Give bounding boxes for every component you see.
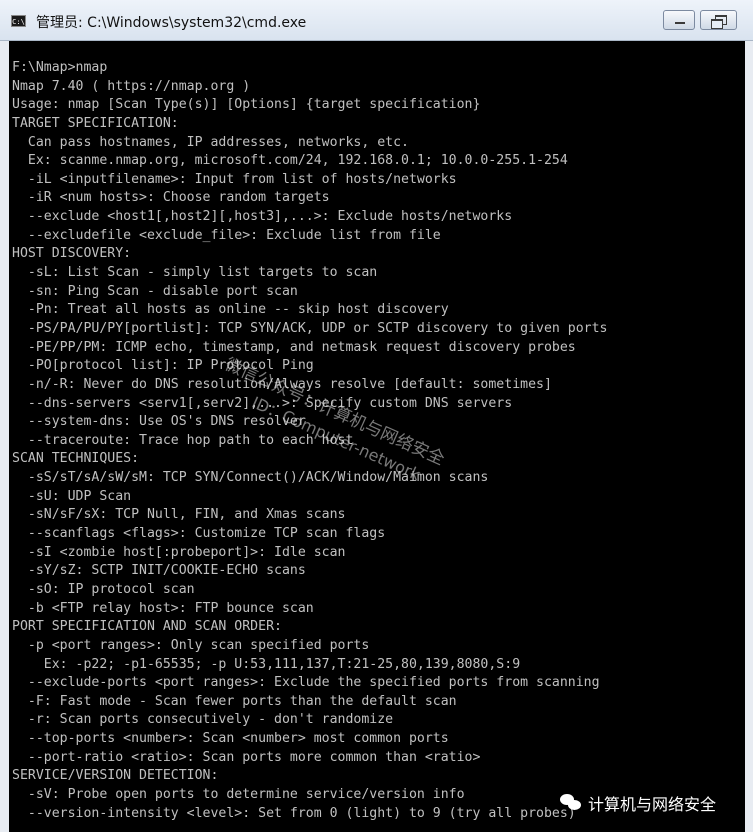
cmd-icon: C:\ — [11, 15, 26, 27]
console-line: -sO: IP protocol scan — [12, 581, 195, 597]
console-line: -sS/sT/sA/sW/sM: TCP SYN/Connect()/ACK/W… — [12, 470, 489, 486]
console-line: Ex: -p22; -p1-65535; -p U:53,111,137,T:2… — [12, 656, 521, 672]
console-output[interactable]: F:\Nmap>nmap Nmap 7.40 ( https://nmap.org… — [9, 41, 745, 832]
console-line: -PE/PP/PM: ICMP echo, timestamp, and net… — [12, 339, 576, 355]
console-line: -n/-R: Never do DNS resolution/Always re… — [12, 376, 552, 392]
console-line: -sV: Probe open ports to determine servi… — [12, 786, 465, 802]
cmd-window: C:\ 管理员: C:\Windows\system32\cmd.exe F:\… — [0, 0, 753, 832]
console-line: HOST DISCOVERY: — [12, 246, 132, 262]
console-line: -sL: List Scan - simply list targets to … — [12, 265, 378, 281]
console-line: SCAN TECHNIQUES: — [12, 451, 140, 467]
title-bar[interactable]: C:\ 管理员: C:\Windows\system32\cmd.exe — [0, 0, 753, 41]
console-line: --port-ratio <ratio>: Scan ports more co… — [12, 749, 481, 765]
wechat-icon — [560, 794, 582, 812]
console-line: --system-dns: Use OS's DNS resolver — [12, 414, 306, 430]
account-logo: 计算机与网络安全 — [560, 790, 716, 816]
console-line: Nmap 7.40 ( https://nmap.org ) — [12, 78, 251, 94]
console-line: -r: Scan ports consecutively - don't ran… — [12, 712, 394, 728]
console-line: F:\Nmap>nmap — [12, 60, 108, 75]
console-line: --traceroute: Trace hop path to each hos… — [12, 432, 354, 448]
console-line: TARGET SPECIFICATION: — [12, 115, 179, 131]
console-line: -p <port ranges>: Only scan specified po… — [12, 637, 370, 653]
console-line: -F: Fast mode - Scan fewer ports than th… — [12, 693, 457, 709]
console-line: -PS/PA/PU/PY[portlist]: TCP SYN/ACK, UDP… — [12, 320, 608, 336]
console-line: --dns-servers <serv1[,serv2],...>: Speci… — [12, 395, 513, 411]
console-line: -sY/sZ: SCTP INIT/COOKIE-ECHO scans — [12, 563, 306, 579]
console-line: --version-intensity <level>: Set from 0 … — [12, 805, 576, 821]
console-line: -iR <num hosts>: Choose random targets — [12, 190, 330, 206]
console-line: -b <FTP relay host>: FTP bounce scan — [12, 600, 314, 616]
console-line: -Pn: Treat all hosts as online -- skip h… — [12, 302, 449, 318]
restore-button[interactable] — [700, 10, 737, 30]
console-line: --excludefile <exclude_file>: Exclude li… — [12, 227, 441, 243]
console-line: --scanflags <flags>: Customize TCP scan … — [12, 526, 386, 542]
console-line: --exclude <host1[,host2][,host3],...>: E… — [12, 209, 513, 225]
minimize-button[interactable] — [663, 10, 695, 30]
console-line: --top-ports <number>: Scan <number> most… — [12, 731, 449, 747]
console-line: -PO[protocol list]: IP Protocol Ping — [12, 358, 314, 374]
window-title: 管理员: C:\Windows\system32\cmd.exe — [36, 15, 307, 31]
console-line: -sN/sF/sX: TCP Null, FIN, and Xmas scans — [12, 507, 346, 523]
console-line: Ex: scanme.nmap.org, microsoft.com/24, 1… — [12, 153, 568, 169]
console-line: Usage: nmap [Scan Type(s)] [Options] {ta… — [12, 97, 481, 113]
console-line: PORT SPECIFICATION AND SCAN ORDER: — [12, 619, 282, 635]
console-line: -sn: Ping Scan - disable port scan — [12, 283, 298, 299]
console-line: --exclude-ports <port ranges>: Exclude t… — [12, 675, 600, 691]
account-name: 计算机与网络安全 — [588, 795, 717, 814]
console-line: -sI <zombie host[:probeport]>: Idle scan — [12, 544, 346, 560]
minimize-icon — [675, 22, 685, 24]
console-line: -iL <inputfilename>: Input from list of … — [12, 171, 457, 187]
console-line: Can pass hostnames, IP addresses, networ… — [12, 134, 409, 150]
console-line: -sU: UDP Scan — [12, 488, 132, 504]
console-line: SERVICE/VERSION DETECTION: — [12, 768, 219, 784]
console-lines: F:\Nmap>nmap Nmap 7.40 ( https://nmap.org… — [12, 59, 607, 823]
